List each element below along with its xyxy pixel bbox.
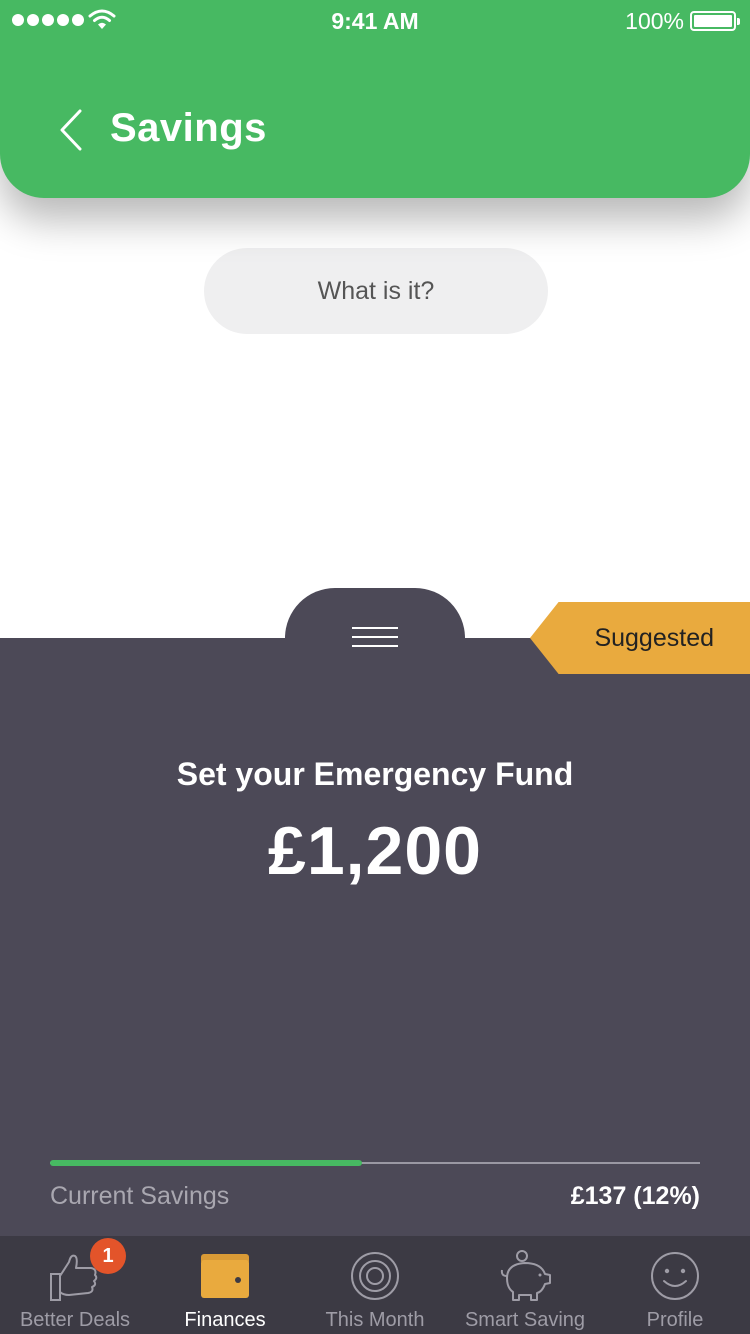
suggested-label: Suggested [594, 623, 714, 652]
fund-amount: £1,200 [268, 813, 482, 889]
panel-drag-handle[interactable] [285, 588, 465, 658]
tab-profile[interactable]: Profile [600, 1236, 750, 1334]
current-savings-value: £137 (12%) [570, 1182, 700, 1210]
battery-icon [690, 11, 740, 31]
menu-lines-icon [352, 627, 398, 654]
smiley-icon [651, 1252, 699, 1300]
tab-label: Profile [646, 1309, 704, 1331]
notification-badge: 1 [90, 1238, 126, 1274]
chevron-left-icon [60, 109, 82, 151]
header-bar: 9:41 AM 100% Savings [0, 0, 750, 198]
what-is-it-button[interactable]: What is it? [204, 248, 548, 334]
battery-percentage: 100% [625, 8, 684, 34]
tab-better-deals[interactable]: 1 Better Deals [0, 1236, 150, 1334]
tab-smart-saving[interactable]: Smart Saving [450, 1236, 600, 1334]
page-title: Savings [110, 106, 267, 150]
wallet-icon [201, 1254, 249, 1298]
current-savings-label: Current Savings [50, 1182, 230, 1210]
back-button[interactable] [56, 108, 88, 152]
suggested-tag: Suggested [530, 602, 750, 674]
tab-label: Better Deals [19, 1309, 131, 1331]
emergency-fund-panel [0, 638, 750, 1236]
tab-bar: 1 Better Deals Finances This Month Smart… [0, 1236, 750, 1334]
tab-finances[interactable]: Finances [150, 1236, 300, 1334]
tab-label: Finances [184, 1309, 266, 1331]
tab-this-month[interactable]: This Month [300, 1236, 450, 1334]
savings-progress-bar [50, 1160, 700, 1166]
fund-heading: Set your Emergency Fund [176, 756, 574, 792]
tab-label: This Month [325, 1309, 425, 1331]
tab-label: Smart Saving [464, 1309, 586, 1331]
piggy-bank-icon [500, 1250, 551, 1301]
status-bar: 9:41 AM 100% [0, 0, 750, 40]
savings-progress-fill [50, 1160, 362, 1166]
target-icon [351, 1252, 399, 1300]
